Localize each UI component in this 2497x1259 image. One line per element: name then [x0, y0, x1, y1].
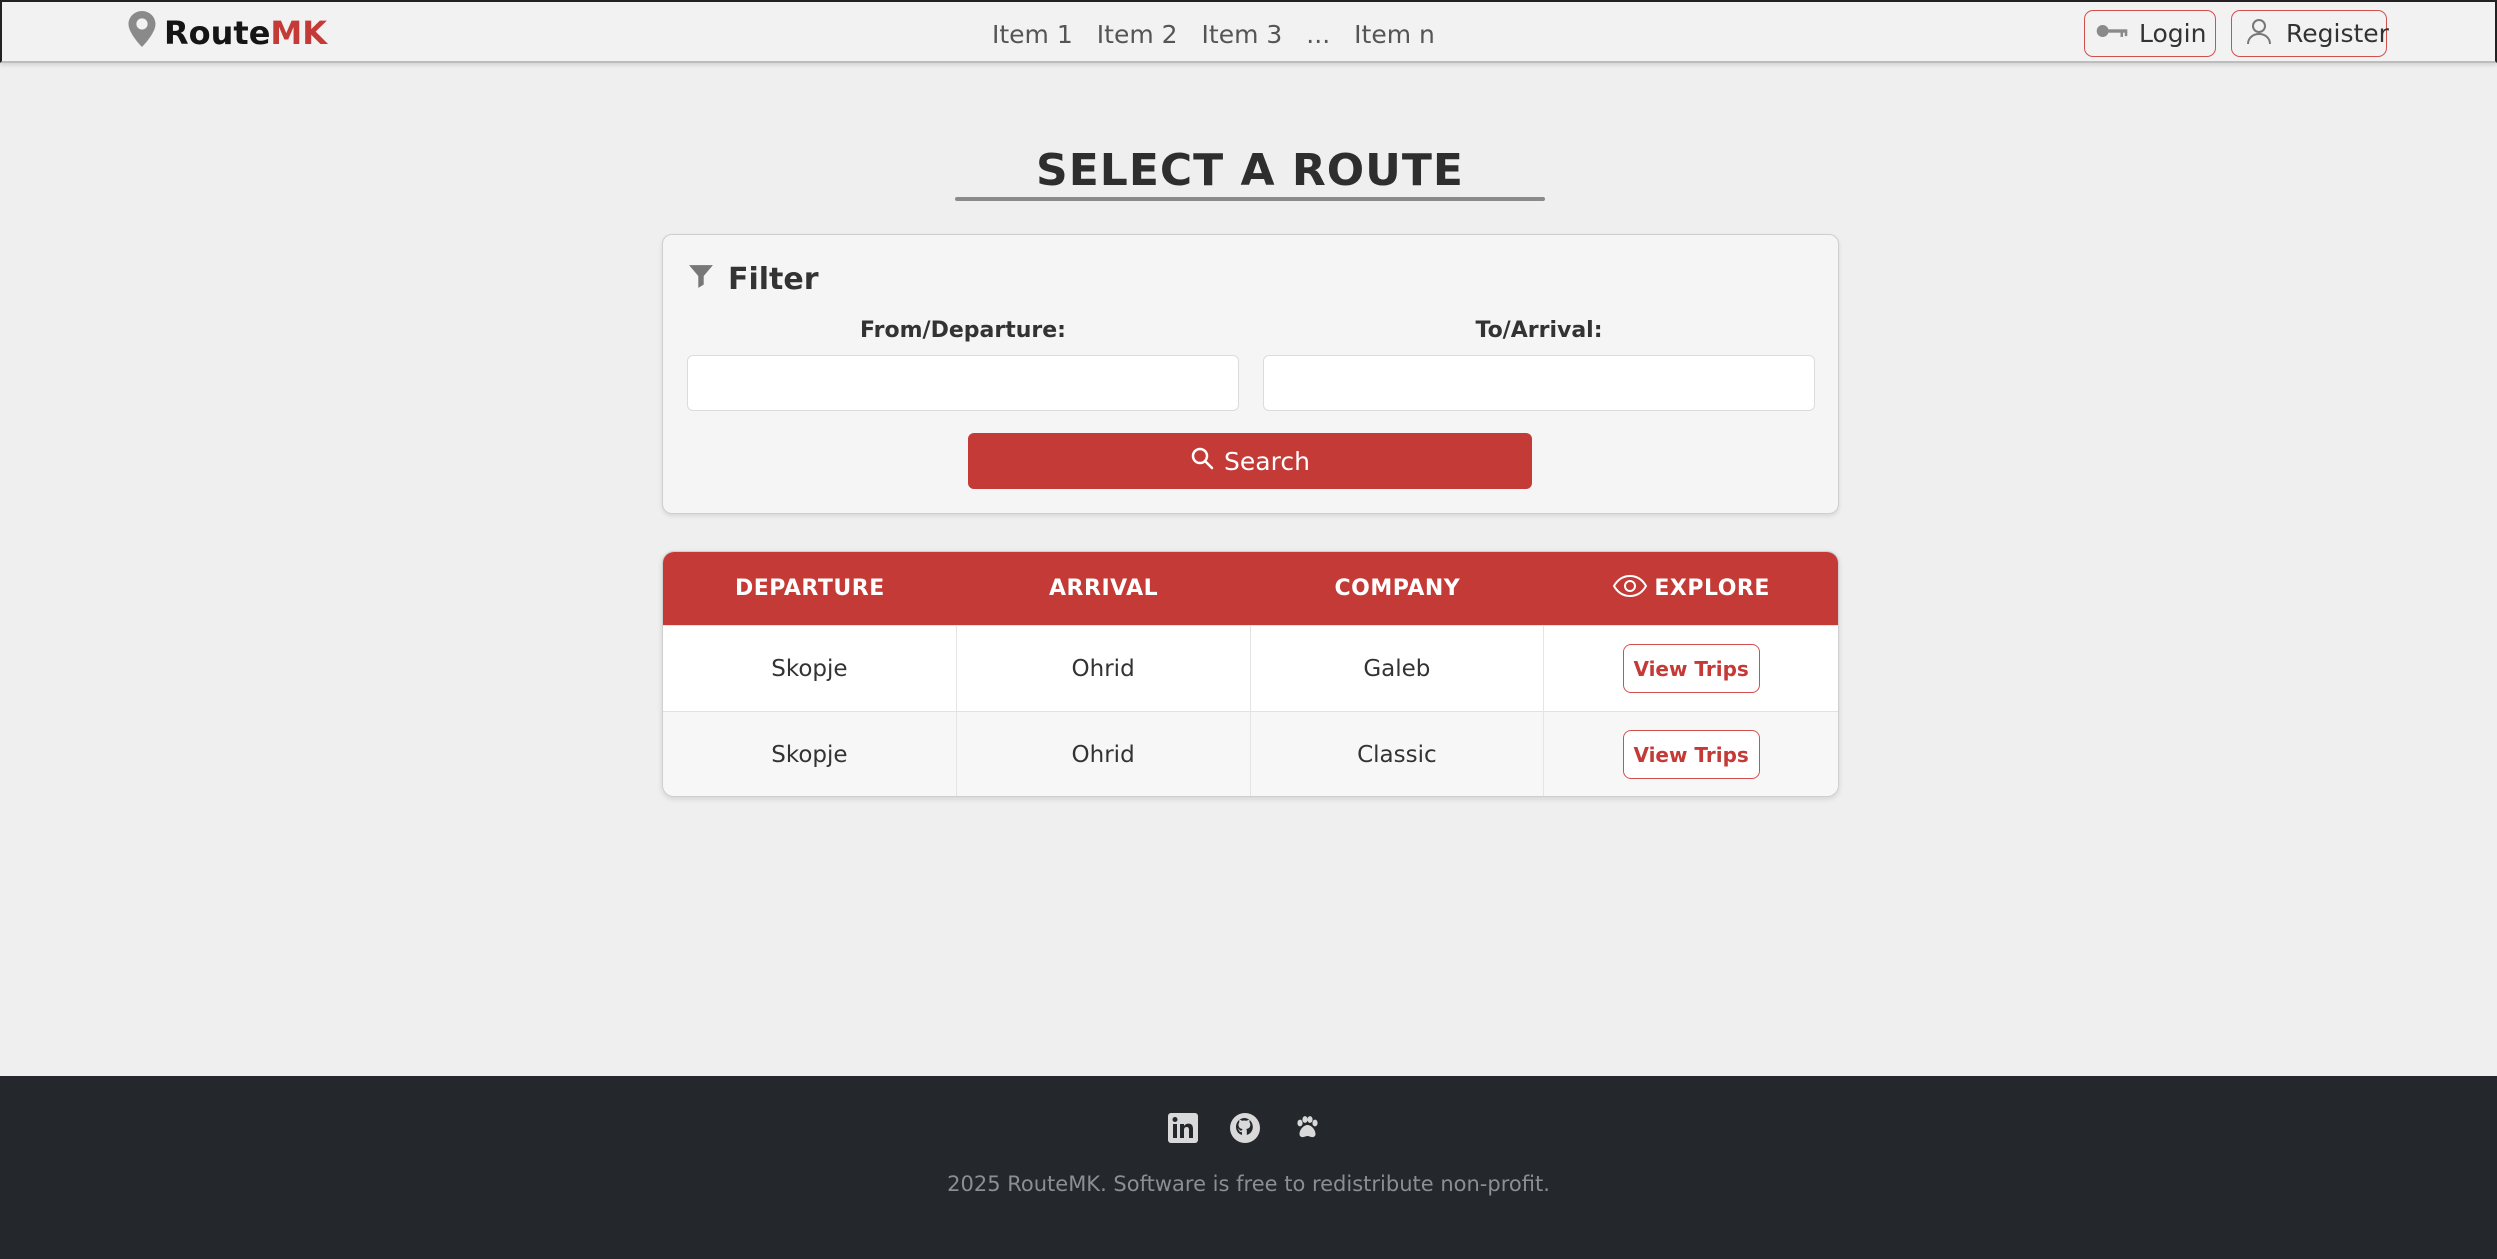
header-company: COMPANY	[1334, 576, 1461, 601]
header-explore-label: EXPLORE	[1654, 576, 1770, 601]
register-label: Register	[2286, 19, 2389, 48]
paw-icon[interactable]	[1291, 1112, 1323, 1144]
filter-card: Filter From/Departure: To/Arrival: Searc…	[662, 234, 1839, 514]
search-button[interactable]: Search	[968, 433, 1532, 489]
cell-company: Classic	[1251, 712, 1545, 796]
to-label: To/Arrival:	[1475, 318, 1603, 343]
table-row: Skopje Ohrid Classic View Trips	[663, 711, 1838, 796]
header-departure: DEPARTURE	[735, 576, 885, 601]
key-icon	[2095, 17, 2129, 51]
nav-item-ellipsis[interactable]: ...	[1306, 20, 1330, 49]
social-links	[1167, 1112, 1323, 1144]
cell-explore: View Trips	[1544, 626, 1838, 711]
view-trips-button[interactable]: View Trips	[1622, 730, 1760, 779]
eye-icon	[1612, 573, 1648, 605]
copyright-text: 2025 RouteMK. Software is free to redist…	[947, 1172, 1550, 1196]
brand-name-suffix: MK	[270, 14, 328, 52]
header-arrival: ARRIVAL	[1049, 576, 1159, 601]
nav-item-1[interactable]: Item 1	[992, 20, 1073, 49]
navbar: RouteMK Item 1 Item 2 Item 3 ... Item n …	[0, 0, 2497, 63]
cell-departure: Skopje	[663, 626, 957, 711]
nav-item-3[interactable]: Item 3	[1202, 20, 1283, 49]
linkedin-icon[interactable]	[1167, 1112, 1199, 1144]
page-title: SELECT A ROUTE	[1036, 145, 1464, 196]
user-icon	[2242, 17, 2276, 51]
nav-item-n[interactable]: Item n	[1354, 20, 1435, 49]
filter-funnel-icon	[688, 262, 714, 297]
view-trips-button[interactable]: View Trips	[1622, 644, 1760, 693]
map-pin-icon	[128, 11, 156, 55]
table-header: DEPARTURE ARRIVAL COMPANY EXPLORE	[663, 552, 1838, 625]
filter-heading: Filter	[688, 262, 819, 297]
filter-heading-label: Filter	[728, 262, 819, 297]
header-explore: EXPLORE	[1544, 552, 1838, 625]
cell-explore: View Trips	[1544, 712, 1838, 796]
table-row: Skopje Ohrid Galeb View Trips	[663, 625, 1838, 711]
cell-departure: Skopje	[663, 712, 957, 796]
register-button[interactable]: Register	[2231, 10, 2389, 57]
search-label: Search	[1224, 446, 1310, 476]
cell-company: Galeb	[1251, 626, 1545, 711]
footer: 2025 RouteMK. Software is free to redist…	[0, 1076, 2497, 1259]
github-icon[interactable]	[1229, 1112, 1261, 1144]
title-underline	[955, 197, 1545, 201]
nav-item-2[interactable]: Item 2	[1097, 20, 1178, 49]
from-input[interactable]	[687, 355, 1239, 411]
brand-logo[interactable]: RouteMK	[128, 11, 328, 55]
nav-menu: Item 1 Item 2 Item 3 ... Item n	[992, 14, 1435, 54]
to-input[interactable]	[1263, 355, 1815, 411]
cell-arrival: Ohrid	[957, 712, 1251, 796]
from-label: From/Departure:	[860, 318, 1066, 343]
cell-arrival: Ohrid	[957, 626, 1251, 711]
routes-table: DEPARTURE ARRIVAL COMPANY EXPLORE Skopje…	[662, 551, 1839, 797]
search-icon	[1190, 446, 1214, 476]
login-button[interactable]: Login	[2084, 10, 2216, 57]
brand-name-prefix: Route	[164, 14, 271, 52]
login-label: Login	[2139, 19, 2207, 48]
